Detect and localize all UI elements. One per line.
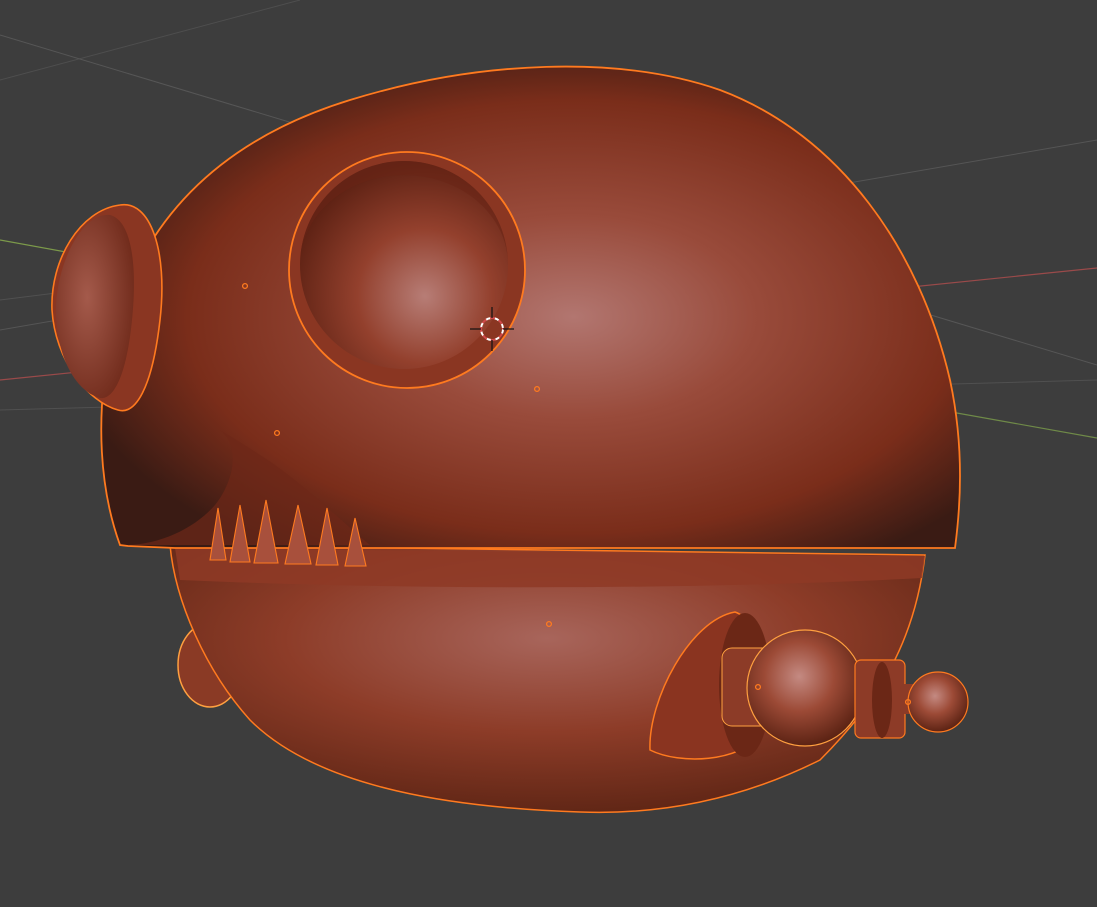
y-axis-line-right <box>939 409 1097 439</box>
head-dome[interactable] <box>100 65 961 549</box>
ear-ball-small[interactable] <box>907 671 969 733</box>
ear-ball-large[interactable] <box>746 629 864 747</box>
3d-viewport[interactable] <box>0 0 1097 907</box>
side-eye[interactable] <box>55 214 134 399</box>
ear-shaft-face <box>872 662 892 738</box>
robot-head[interactable] <box>51 65 969 814</box>
